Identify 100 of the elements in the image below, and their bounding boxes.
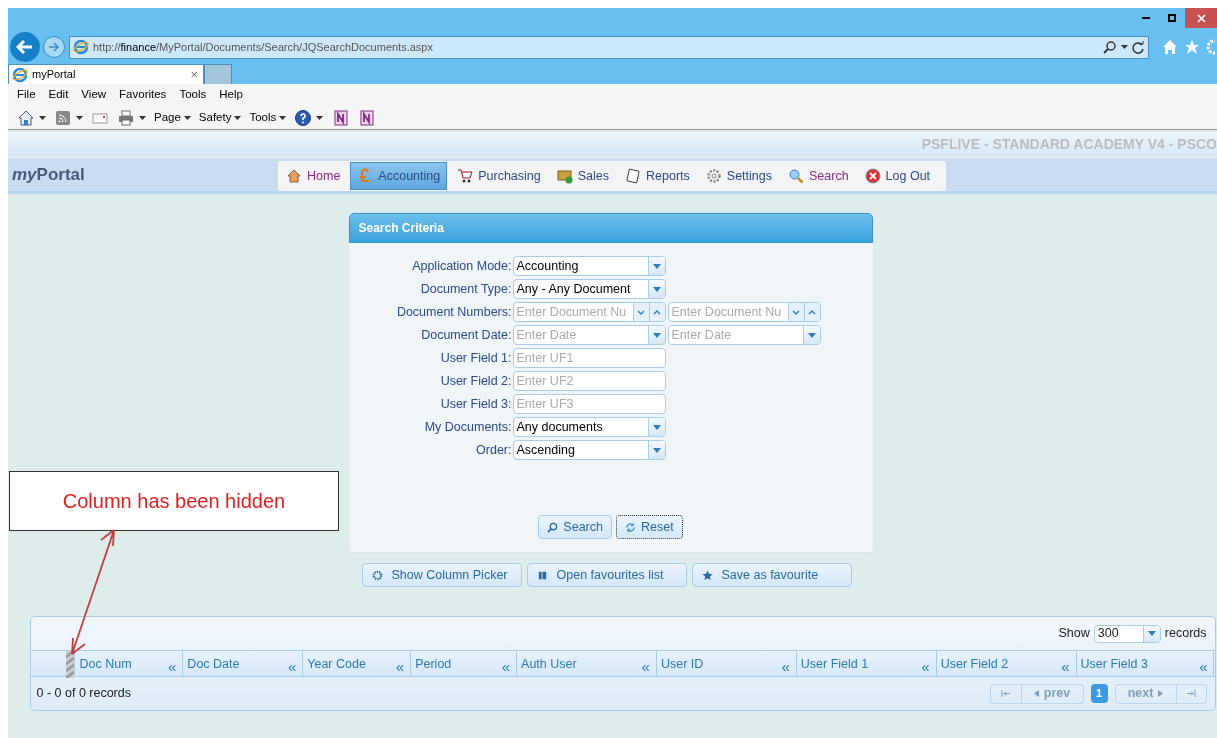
toolbar-menu[interactable]: Safety [198,108,242,127]
field-label: Order: [475,441,513,459]
input-field[interactable]: Enter Document Nu [668,303,788,321]
forward-button[interactable] [43,36,65,58]
nav-tab[interactable]: Search [782,162,855,190]
column-header[interactable]: User ID « [656,651,797,676]
nav-tab[interactable]: Sales [550,162,616,190]
select-field[interactable]: Any documents [512,417,666,437]
action-button[interactable]: Show Column Picker [361,563,522,587]
input-field[interactable]: Enter Date [513,326,648,344]
feed-icon[interactable] [54,108,72,127]
settings-icon [371,569,383,581]
nav-tab[interactable]: Purchasing [451,162,547,190]
text-field[interactable]: Enter UF2 [512,371,666,391]
help-icon[interactable] [294,108,313,127]
hidden-column-marker [66,651,75,678]
select-field[interactable]: Any - Any Document [512,279,666,299]
menu-item[interactable]: Edit [48,86,69,104]
input-field[interactable]: Enter Document Nu [513,303,633,321]
refresh-icon[interactable] [1132,40,1145,54]
collapse-button[interactable]: « [287,659,297,674]
star-icon [701,569,713,581]
nav-tab[interactable]: Home [280,162,347,190]
action-button[interactable]: Open favourites list [526,563,687,587]
chevron-up-icon [808,309,816,315]
collapse-button[interactable]: « [1199,659,1208,674]
print-icon[interactable] [117,108,135,127]
onenote-icon[interactable] [357,108,376,127]
menu-item[interactable]: File [17,86,36,104]
caret-right-icon [1158,690,1164,697]
menu-item[interactable]: View [81,86,107,104]
text-field[interactable]: Enter UF3 [512,394,666,414]
column-header[interactable]: Year Code « [303,651,412,676]
column-header[interactable]: Doc Date « [183,651,304,676]
number-spinner[interactable]: Enter Document Nu [667,302,821,322]
nav-tab[interactable]: Reports [619,162,696,190]
refresh-icon [624,521,636,533]
search-icon[interactable] [1103,40,1117,54]
nav-tab[interactable]: Log Out [858,162,937,190]
dropdown-button[interactable] [647,280,665,298]
caret-icon [807,332,816,338]
caret-icon [39,115,46,120]
menu-item[interactable]: Help [219,86,243,104]
form-button[interactable]: Reset [615,515,683,539]
number-spinner[interactable]: Enter Document Nu [512,302,666,322]
collapse-button[interactable]: « [641,659,650,674]
close-button[interactable] [1185,8,1217,28]
tab-close-button[interactable]: × [188,68,200,81]
onenote-icon[interactable] [331,108,350,127]
field-label: Document Numbers: [395,303,513,321]
field-label: Application Mode: [411,257,513,275]
collapse-button[interactable]: « [1061,659,1070,674]
close-icon [864,168,881,184]
toolbar-menu[interactable]: Tools [249,108,287,127]
back-button[interactable] [10,32,40,62]
column-header[interactable]: User Field 1 « [796,651,937,676]
column-header[interactable]: Auth User « [517,651,657,676]
home-icon[interactable] [17,108,35,127]
caret-icon [76,115,83,120]
forward-arrow-icon [48,42,60,52]
caret-icon [652,424,661,430]
browser-icon [73,39,89,55]
dropdown-button[interactable] [1142,625,1160,642]
column-header[interactable]: User Field 2 « [936,651,1077,676]
date-picker[interactable]: Enter Date [512,325,666,345]
collapse-button[interactable]: « [395,659,405,674]
input-field[interactable]: Enter Date [668,326,803,344]
column-header[interactable]: User Field 3 « [1076,651,1215,676]
dropdown-button[interactable] [647,418,665,436]
browser-tab[interactable]: myPortal × [8,64,204,84]
collapse-button[interactable]: « [781,659,790,674]
collapse-button[interactable]: « [168,659,177,674]
toolbar-menu[interactable]: Page [154,108,191,127]
select-field[interactable]: Accounting [512,256,666,276]
column-header[interactable]: Period « [411,651,518,676]
form-button[interactable]: Search [538,515,612,539]
caret-icon [183,115,191,120]
nav-tab[interactable]: Settings [699,162,778,190]
collapse-button[interactable]: « [501,659,511,674]
text-field[interactable]: Enter UF1 [512,348,666,368]
select-field[interactable]: Ascending [512,440,666,460]
action-button[interactable]: Save as favourite [691,563,852,587]
nav-tab[interactable]: Accounting [350,162,448,190]
column-header[interactable]: Doc Num « [75,651,184,676]
address-bar[interactable]: http://finance/MyPortal/Documents/Search/JQSearchDocuments.aspx [69,35,1149,59]
star-icon[interactable] [1184,39,1200,55]
caret-icon [1147,631,1156,636]
dropdown-button[interactable] [647,326,665,344]
records-summary: 0 - 0 of 0 records [36,685,131,703]
date-picker[interactable]: Enter Date [667,325,821,345]
page-size-select[interactable]: 300 [1093,624,1161,643]
menu-item[interactable]: Tools [179,86,207,104]
page-number-button[interactable]: 1 [1090,684,1108,703]
collapse-button[interactable]: « [921,659,930,674]
menu-item[interactable]: Favorites [119,86,167,104]
dropdown-button[interactable] [647,441,665,459]
dropdown-button[interactable] [802,326,820,344]
environment-title: PSFLIVE - STANDARD ACADEMY V4 - PSCO [921,134,1217,154]
browser-icon [12,66,28,83]
dropdown-button[interactable] [647,257,665,275]
